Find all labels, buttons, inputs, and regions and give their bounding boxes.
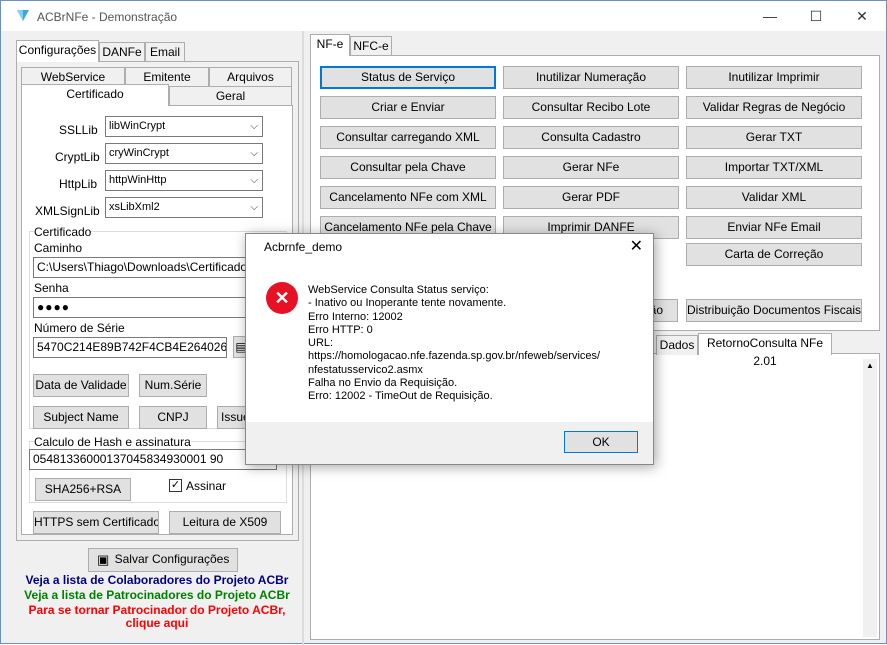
httplib-label: HttpLib bbox=[59, 177, 98, 191]
chevron-down-icon: ⌵ bbox=[250, 148, 258, 159]
tab-configuracoes[interactable]: Configurações bbox=[16, 40, 99, 62]
tab-dados[interactable]: Dados bbox=[656, 335, 698, 355]
tab-danfe[interactable]: DANFe bbox=[99, 42, 145, 62]
error-message-line: https://homologacao.nfe.fazenda.sp.gov.b… bbox=[308, 350, 601, 363]
chevron-down-icon: ⌵ bbox=[250, 175, 258, 186]
cnpj-button[interactable]: CNPJ bbox=[139, 406, 207, 429]
action-button[interactable]: Carta de Correção bbox=[686, 243, 862, 266]
subject-name-button[interactable]: Subject Name bbox=[33, 406, 129, 429]
action-button[interactable]: Consultar carregando XML bbox=[320, 126, 496, 149]
chevron-down-icon: ⌵ bbox=[250, 202, 258, 213]
scroll-up-icon: ▲ bbox=[866, 361, 874, 370]
action-button[interactable]: Distribuição Documentos Fiscais bbox=[686, 299, 862, 322]
salvar-configuracoes-button[interactable]: ▣ Salvar Configurações bbox=[88, 548, 238, 572]
tab-retorno-consulta[interactable]: RetornoConsulta NFe 2.01 bbox=[698, 333, 832, 368]
action-button[interactable]: Importar TXT/XML bbox=[686, 156, 862, 179]
serie-input[interactable]: 5470C214E89B742F4CB4E26402624E bbox=[33, 337, 227, 358]
output-scrollbar[interactable]: ▲ bbox=[863, 359, 877, 637]
error-icon-mark: ✕ bbox=[274, 288, 290, 308]
xmlsignlib-label: XMLSignLib bbox=[35, 204, 100, 218]
link-patrocinadores[interactable]: Veja a lista de Patrocinadores do Projet… bbox=[21, 588, 293, 602]
action-button[interactable]: Gerar NFe bbox=[503, 156, 679, 179]
title-bar[interactable]: ACBrNFe - Demonstração — ☐ ✕ bbox=[1, 1, 886, 31]
tab-email[interactable]: Email bbox=[145, 42, 185, 62]
hash-group-title: Calculo de Hash e assinatura bbox=[34, 435, 191, 449]
httplib-value: httpWinHttp bbox=[109, 174, 167, 186]
action-button[interactable]: Validar Regras de Negócio bbox=[686, 96, 862, 119]
https-sem-certificado-button[interactable]: HTTPS sem Certificado bbox=[33, 511, 159, 534]
save-icon: ▣ bbox=[97, 552, 110, 567]
ssllib-label: SSLLib bbox=[59, 123, 98, 137]
cryptlib-value: cryWinCrypt bbox=[109, 147, 169, 159]
serie-label: Número de Série bbox=[34, 321, 125, 335]
link-colaboradores[interactable]: Veja a lista de Colaboradores do Projeto… bbox=[21, 573, 293, 587]
action-button[interactable]: Consultar Recibo Lote bbox=[503, 96, 679, 119]
error-message-line: - Inativo ou Inoperante tente novamente. bbox=[308, 297, 507, 310]
tab-nfe[interactable]: NF-e bbox=[310, 34, 350, 56]
link-clique-aqui[interactable]: clique aqui bbox=[21, 616, 293, 630]
minimize-button[interactable]: — bbox=[747, 1, 793, 31]
leitura-x509-button[interactable]: Leitura de X509 bbox=[169, 511, 281, 534]
action-button[interactable]: Inutilizar Imprimir bbox=[686, 66, 862, 89]
error-dialog: Acbrnfe_demo ✕ ✕ WebService Consulta Sta… bbox=[245, 233, 654, 465]
ssllib-select[interactable]: libWinCrypt ⌵ bbox=[105, 116, 263, 137]
action-button[interactable]: Status de Serviço bbox=[320, 66, 496, 89]
error-message-line: nfestatusservico2.asmx bbox=[308, 363, 423, 376]
close-button[interactable]: ✕ bbox=[839, 1, 885, 31]
error-message-line: Erro HTTP: 0 bbox=[308, 323, 373, 336]
maximize-button[interactable]: ☐ bbox=[793, 1, 839, 31]
cryptlib-label: CryptLib bbox=[55, 150, 100, 164]
error-message-line: Falha no Envio da Requisição. bbox=[308, 377, 458, 390]
senha-label: Senha bbox=[34, 281, 69, 295]
action-button[interactable]: Consulta Cadastro bbox=[503, 126, 679, 149]
caminho-input[interactable]: C:\Users\Thiago\Downloads\Certificado A1 bbox=[33, 257, 277, 278]
action-button[interactable]: Gerar PDF bbox=[503, 186, 679, 209]
action-button[interactable]: Consultar pela Chave bbox=[320, 156, 496, 179]
error-message: WebService Consulta Status serviço: - Ina… bbox=[308, 284, 600, 404]
sha256-rsa-button[interactable]: SHA256+RSA bbox=[35, 478, 131, 501]
ok-button[interactable]: OK bbox=[564, 431, 638, 453]
tab-arquivos[interactable]: Arquivos bbox=[209, 67, 292, 87]
chevron-down-icon: ⌵ bbox=[250, 121, 258, 132]
num-serie-button[interactable]: Num.Série bbox=[139, 374, 207, 397]
assinar-label: Assinar bbox=[186, 479, 227, 493]
tab-geral[interactable]: Geral bbox=[169, 86, 292, 106]
action-button[interactable]: Enviar NFe Email bbox=[686, 216, 862, 239]
tab-certificado[interactable]: Certificado bbox=[21, 84, 169, 106]
cryptlib-select[interactable]: cryWinCrypt ⌵ bbox=[105, 143, 263, 164]
caminho-label: Caminho bbox=[34, 241, 83, 255]
ssllib-value: libWinCrypt bbox=[109, 120, 166, 132]
action-button[interactable]: Inutilizar Numeração bbox=[503, 66, 679, 89]
error-message-line: Erro Interno: 12002 bbox=[308, 310, 403, 323]
error-message-line: URL: bbox=[308, 337, 334, 350]
action-button[interactable]: Gerar TXT bbox=[686, 126, 862, 149]
certificado-group-title: Certificado bbox=[34, 225, 92, 239]
xmlsignlib-select[interactable]: xsLibXml2 ⌵ bbox=[105, 197, 263, 218]
error-message-line: Erro: 12002 - TimeOut de Requisição. bbox=[308, 390, 493, 403]
app-icon bbox=[17, 10, 29, 21]
error-message-line: WebService Consulta Status serviço: bbox=[308, 284, 489, 296]
dialog-close-button[interactable]: ✕ bbox=[630, 236, 643, 256]
action-button[interactable]: Validar XML bbox=[686, 186, 862, 209]
senha-input[interactable]: ●●●● bbox=[33, 297, 277, 318]
action-button[interactable]: Cancelamento NFe com XML bbox=[320, 186, 496, 209]
httplib-select[interactable]: httpWinHttp ⌵ bbox=[105, 170, 263, 191]
salvar-configuracoes-label: Salvar Configurações bbox=[114, 552, 230, 566]
tab-nfce[interactable]: NFC-e bbox=[350, 36, 392, 56]
link-tornar-patrocinador[interactable]: Para se tornar Patrocinador do Projeto A… bbox=[21, 603, 293, 617]
dialog-title: Acbrnfe_demo bbox=[264, 240, 343, 254]
error-icon: ✕ bbox=[266, 282, 298, 314]
data-validade-button[interactable]: Data de Validade bbox=[33, 374, 129, 397]
dialog-footer: OK bbox=[246, 422, 653, 464]
hash-input[interactable]: 05481336000137045834930001 90 bbox=[29, 449, 277, 470]
assinar-checkbox[interactable]: ✓ bbox=[169, 479, 182, 492]
xmlsignlib-value: xsLibXml2 bbox=[109, 201, 160, 213]
window-title: ACBrNFe - Demonstração bbox=[37, 10, 178, 24]
action-button[interactable]: Criar e Enviar bbox=[320, 96, 496, 119]
